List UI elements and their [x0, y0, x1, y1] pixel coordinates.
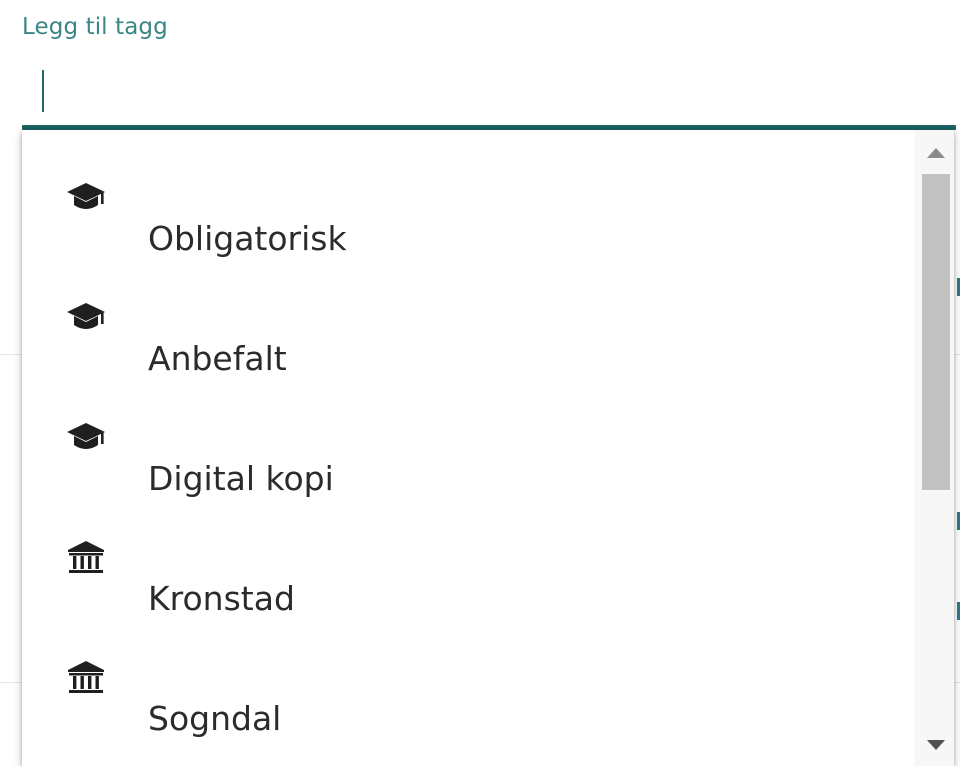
tag-input[interactable]	[22, 58, 956, 124]
option-label: Anbefalt	[148, 339, 287, 378]
option-sogndal[interactable]: Sogndal	[22, 644, 914, 764]
option-label: Obligatorisk	[148, 219, 347, 258]
graduation-cap-icon	[66, 298, 106, 338]
institution-icon	[66, 538, 106, 578]
option-kronstad[interactable]: Kronstad	[22, 524, 914, 644]
institution-icon	[66, 658, 106, 698]
scroll-down-arrow-icon[interactable]	[927, 740, 945, 750]
tag-suggestions-dropdown: Obligatorisk Anbefalt Digital kopi Krons…	[22, 130, 954, 766]
tag-field: Legg til tagg	[22, 0, 956, 132]
text-caret	[42, 70, 44, 112]
dropdown-scrollbar[interactable]	[914, 130, 954, 766]
option-obligatorisk[interactable]: Obligatorisk	[22, 164, 914, 284]
scroll-thumb[interactable]	[922, 174, 950, 490]
option-anbefalt[interactable]: Anbefalt	[22, 284, 914, 404]
option-digital-kopi[interactable]: Digital kopi	[22, 404, 914, 524]
option-label: Kronstad	[148, 579, 295, 618]
graduation-cap-icon	[66, 178, 106, 218]
tag-field-label: Legg til tagg	[22, 14, 168, 40]
option-label: Sogndal	[148, 699, 282, 738]
graduation-cap-icon	[66, 418, 106, 458]
option-label: Digital kopi	[148, 459, 334, 498]
scroll-up-arrow-icon[interactable]	[927, 148, 945, 158]
